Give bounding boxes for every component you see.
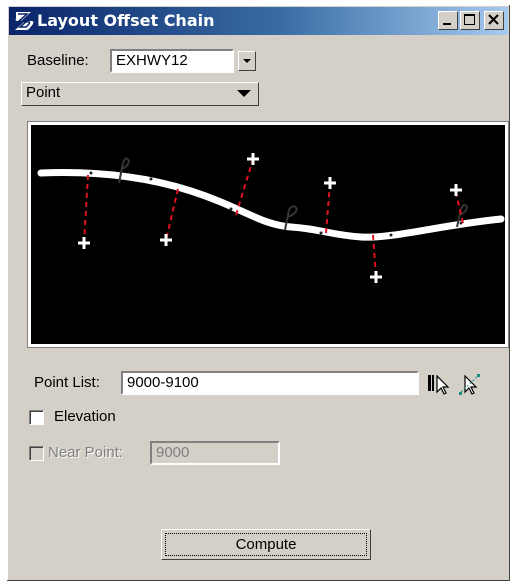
layout-offset-chain-dialog: Layout Offset Chain Baseline: EXHWY12 Po…: [6, 4, 511, 582]
chevron-down-icon: [243, 59, 251, 63]
point-list-label: Point List:: [34, 374, 100, 391]
window-title: Layout Offset Chain: [37, 11, 215, 30]
select-element-icon[interactable]: [426, 372, 452, 396]
title-bar[interactable]: Layout Offset Chain: [9, 7, 508, 35]
mode-select[interactable]: Point: [21, 82, 259, 106]
offset-chain-graphic: [37, 153, 505, 283]
baseline-dropdown-button[interactable]: [238, 51, 256, 71]
baseline-chain: [37, 169, 505, 241]
elevation-checkbox[interactable]: [29, 410, 44, 425]
mode-selected-value: Point: [26, 84, 61, 101]
close-button[interactable]: [484, 11, 504, 30]
chevron-down-icon: [237, 90, 251, 97]
point-list-input[interactable]: 9000-9100: [121, 371, 419, 395]
near-point-field[interactable]: 9000: [150, 441, 280, 465]
minimize-icon: [443, 23, 451, 25]
chain-preview: [28, 122, 508, 347]
minimize-button[interactable]: [438, 11, 458, 30]
near-point-label: Near Point:: [48, 444, 124, 461]
select-points-icon[interactable]: [457, 372, 483, 396]
focus-ring: [165, 533, 367, 556]
maximize-icon: [464, 14, 475, 25]
elevation-label: Elevation: [54, 408, 116, 425]
bentley-app-icon: [15, 12, 34, 30]
baseline-label: Baseline:: [27, 52, 89, 69]
point-markers: [78, 153, 462, 283]
near-point-checkbox[interactable]: [29, 446, 44, 461]
maximize-button[interactable]: [460, 11, 480, 30]
compute-button[interactable]: Compute: [161, 529, 371, 560]
close-icon: [488, 14, 499, 25]
baseline-field[interactable]: EXHWY12: [110, 49, 234, 73]
